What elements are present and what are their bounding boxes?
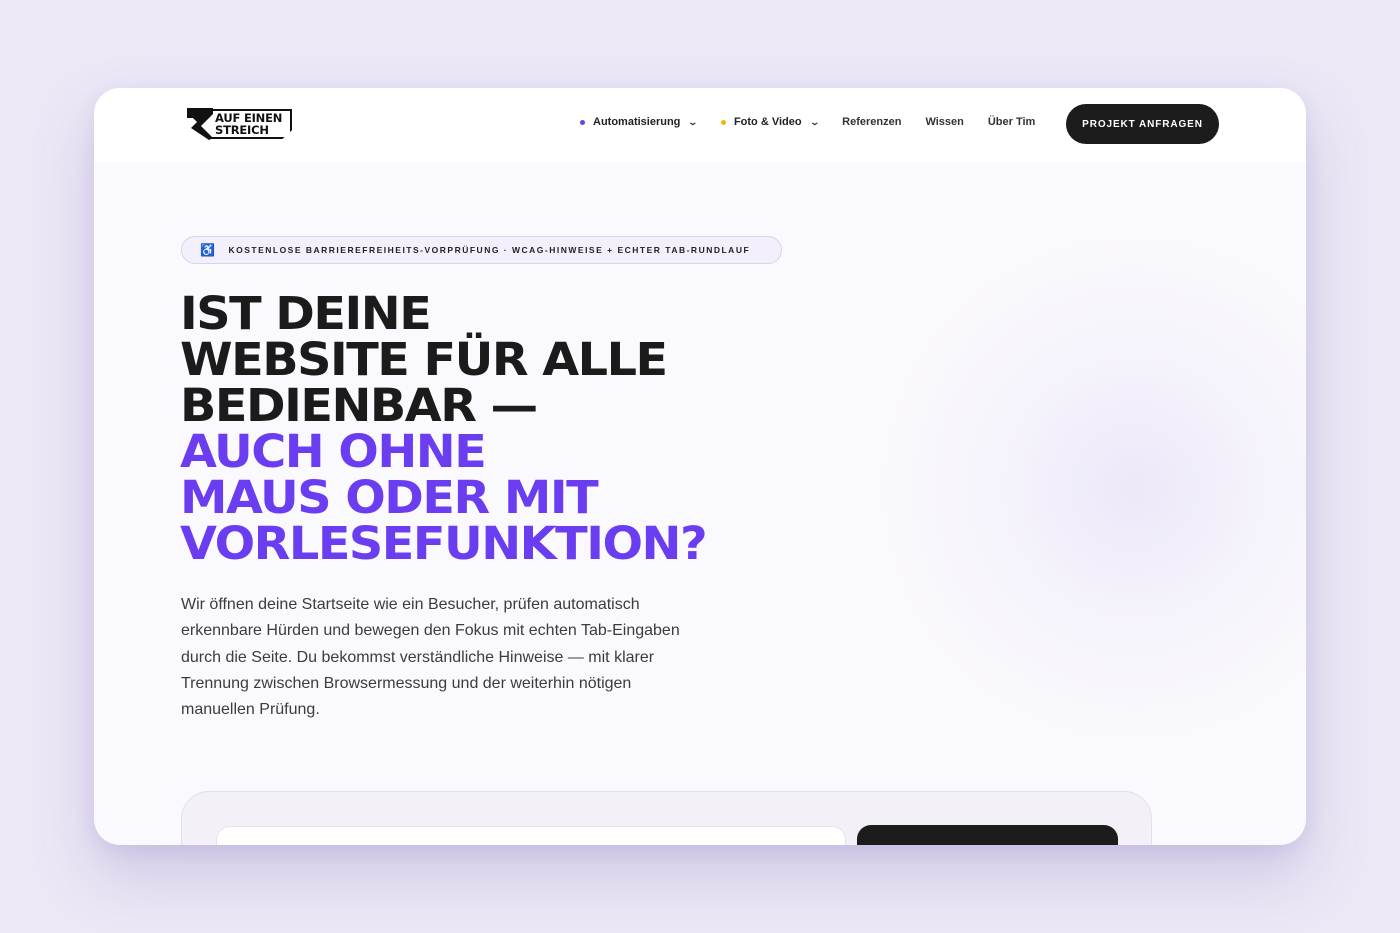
nav-dot-icon <box>720 119 726 125</box>
headline-accent-line: MAUS ODER MIT <box>180 471 599 524</box>
nav-label: Automatisierung <box>593 116 681 128</box>
chevron-down-icon: ⌄ <box>809 116 820 127</box>
logo[interactable]: AUF EINEN STREICH <box>187 108 293 140</box>
nav-dot-icon <box>580 119 585 125</box>
hero-headline: IST DEINE WEBSITE FÜR ALLE BEDIENBAR — A… <box>180 287 708 570</box>
nav-label: Foto & Video <box>733 116 802 128</box>
headline-accent-line: AUCH OHNE <box>180 425 487 478</box>
hero-lead-text: Wir öffnen deine Startseite wie ein Besu… <box>181 596 680 719</box>
nav-item-referenzen[interactable]: Referenzen <box>842 116 901 128</box>
url-input[interactable] <box>216 826 846 845</box>
chevron-down-icon: ⌄ <box>687 116 699 127</box>
hero-badge-text: KOSTENLOSE BARRIEREFREIHEITS-VORPRÜFUNG … <box>228 245 751 255</box>
logo-mark-icon <box>187 108 213 140</box>
project-request-button[interactable]: PROJEKT ANFRAGEN <box>1066 104 1219 144</box>
site-header: AUF EINEN STREICH Automatisierung ⌄ Foto… <box>94 88 1306 162</box>
logo-line-2: STREICH <box>215 123 269 137</box>
main-nav: Automatisierung ⌄ Foto & Video ⌄ Referen… <box>580 116 1059 128</box>
headline-accent-line: VORLESEFUNKTION? <box>180 517 708 570</box>
nav-label: Referenzen <box>842 116 902 128</box>
nav-label: Wissen <box>925 116 964 128</box>
nav-item-foto-video[interactable]: Foto & Video ⌄ <box>720 116 820 128</box>
headline-line: BEDIENBAR — <box>180 379 538 432</box>
nav-label: Über Tim <box>987 116 1036 128</box>
check-form-card <box>181 791 1152 845</box>
background-glow <box>874 228 1306 748</box>
browser-window: AUF EINEN STREICH Automatisierung ⌄ Foto… <box>94 88 1306 845</box>
headline-line: IST DEINE <box>180 287 432 340</box>
nav-item-automatisierung[interactable]: Automatisierung ⌄ <box>580 116 699 128</box>
accessibility-icon: ♿ <box>200 243 217 257</box>
nav-item-wissen[interactable]: Wissen <box>925 116 963 128</box>
headline-line: WEBSITE FÜR ALLE <box>180 333 668 386</box>
submit-check-button[interactable] <box>857 825 1118 845</box>
logo-wordmark: AUF EINEN STREICH <box>211 109 293 139</box>
nav-item-ueber-tim[interactable]: Über Tim <box>988 116 1035 128</box>
hero-badge: ♿ KOSTENLOSE BARRIEREFREIHEITS-VORPRÜFUN… <box>181 236 782 264</box>
